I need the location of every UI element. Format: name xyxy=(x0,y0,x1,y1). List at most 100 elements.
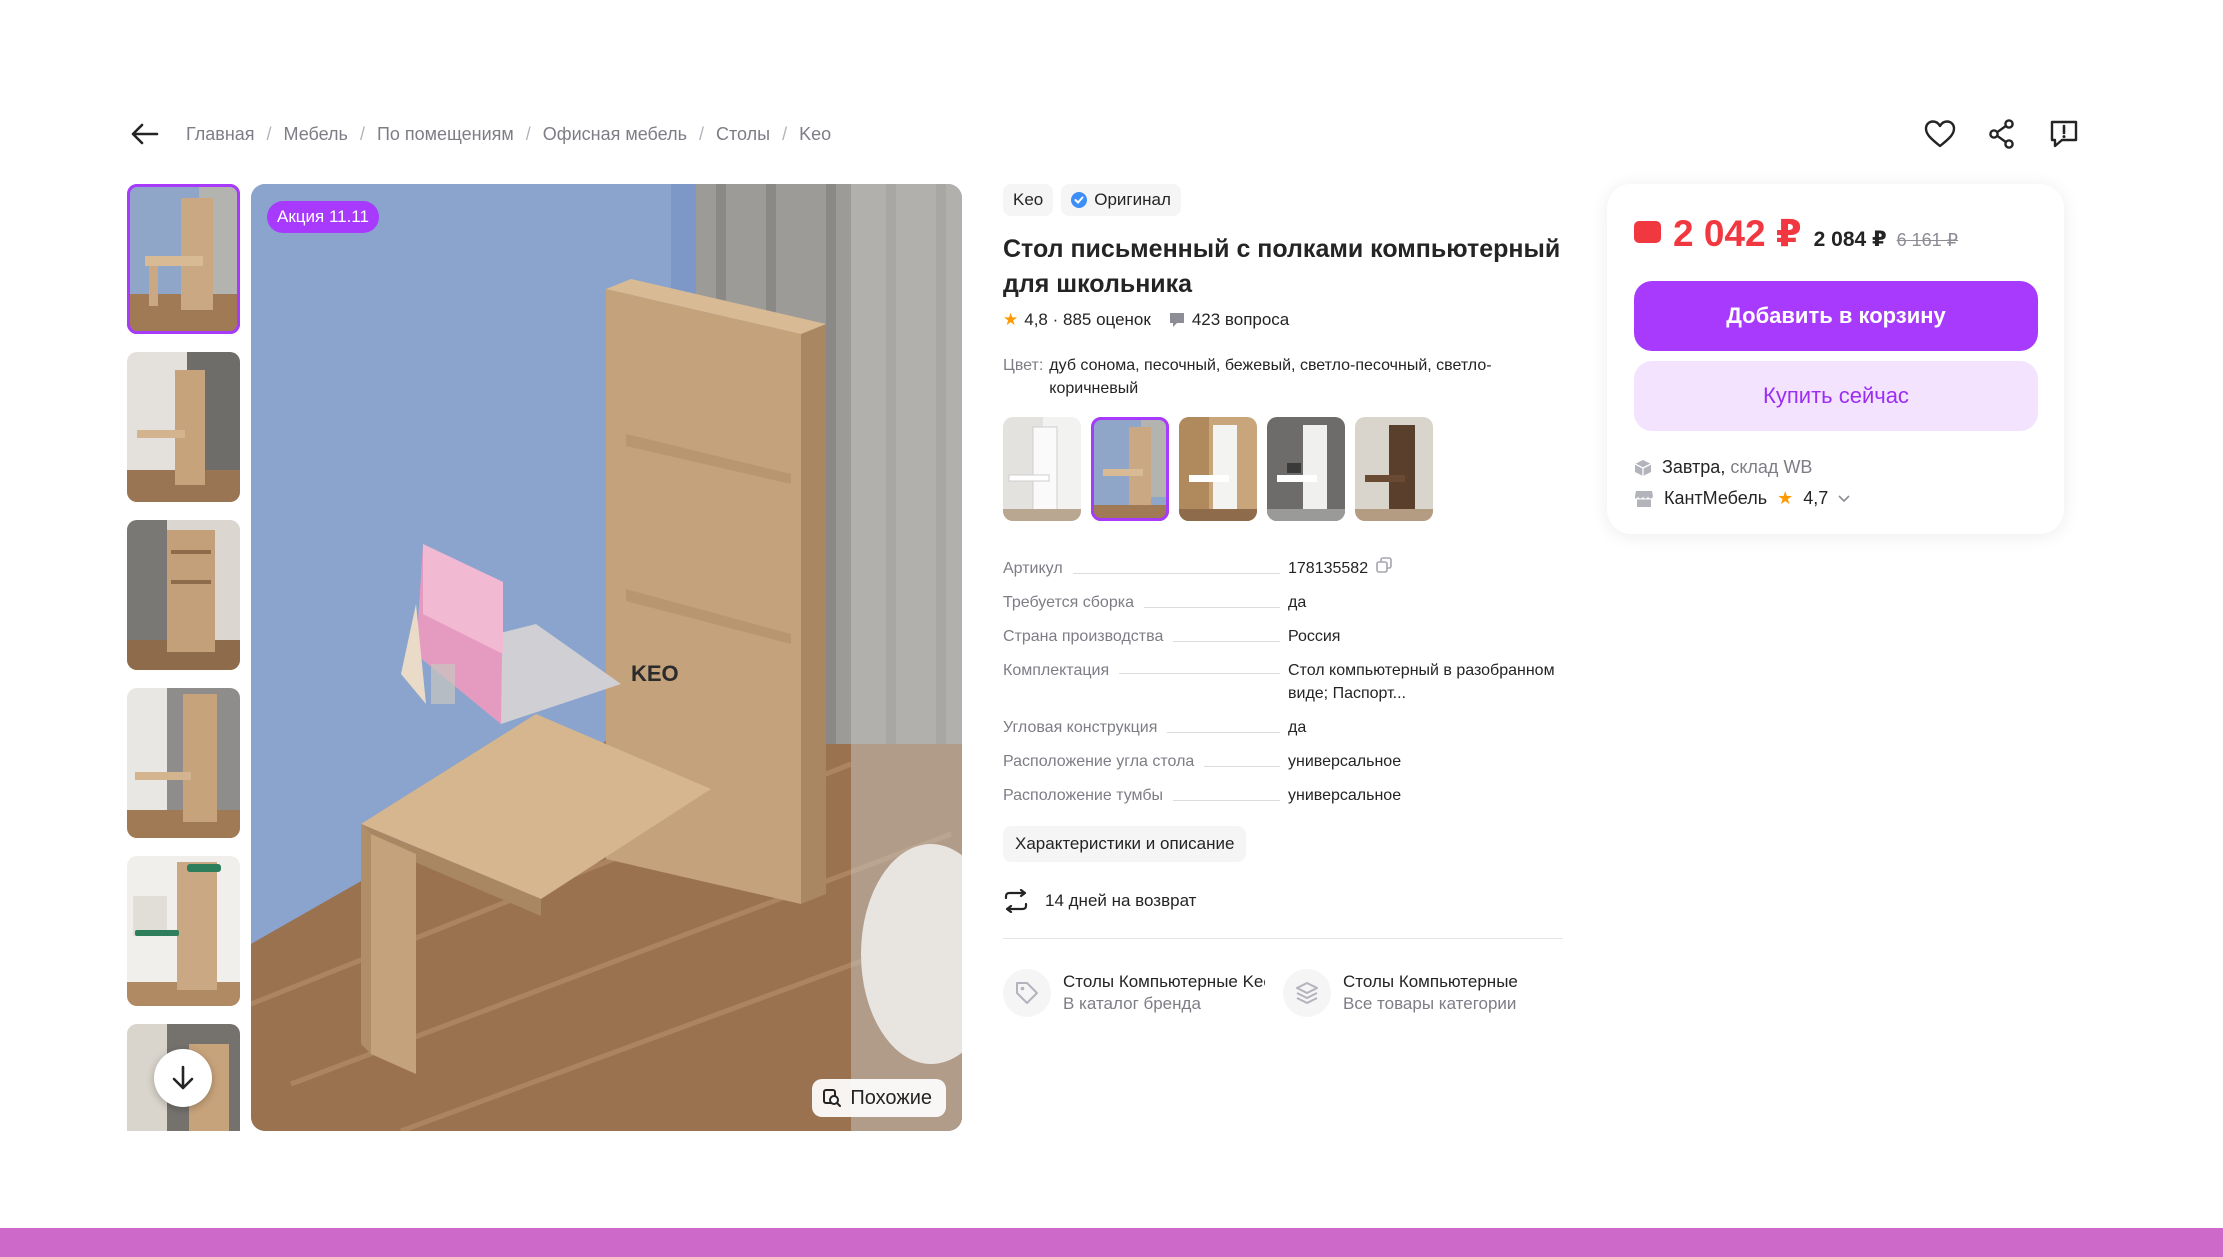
spec-value: универсальное xyxy=(1288,753,1402,771)
questions-count: 423 вопроса xyxy=(1191,310,1290,329)
breadcrumb-furniture[interactable]: Мебель xyxy=(284,124,348,145)
breadcrumb-home[interactable]: Главная xyxy=(186,124,255,145)
similar-label: Похожие xyxy=(850,1086,932,1109)
spec-row: Расположение угла стола универсальное xyxy=(1003,750,1563,773)
spec-value: Россия xyxy=(1288,628,1341,646)
breadcrumb-brand[interactable]: Keo xyxy=(799,124,831,145)
thumbnail-3[interactable] xyxy=(127,520,240,670)
spec-name: Расположение угла стола xyxy=(1003,753,1195,771)
wallet-icon xyxy=(1634,221,1661,243)
delivery-info: Завтра, склад WB xyxy=(1634,457,2038,478)
promo-badge: Акция 11.11 xyxy=(267,201,379,233)
bottom-band xyxy=(0,1228,2223,1257)
color-swatch-1[interactable] xyxy=(1003,417,1081,521)
star-icon: ★ xyxy=(1777,488,1794,508)
spec-row: Страна производства Россия xyxy=(1003,625,1563,648)
verified-check-icon xyxy=(1071,192,1088,208)
spec-value: Стол компьютерный в разобранном виде; Па… xyxy=(1288,662,1555,703)
box-icon xyxy=(1634,459,1652,476)
specs-description-button[interactable]: Характеристики и описание xyxy=(1003,826,1247,863)
breadcrumb-by-rooms[interactable]: По помещениям xyxy=(377,124,514,145)
specs-table: Артикул 178135582 Требуется сборка да Ст… xyxy=(1003,557,1563,807)
breadcrumb-separator: / xyxy=(525,123,531,144)
original-badge: Оригинал xyxy=(1061,184,1181,216)
scroll-down-arrow-icon[interactable] xyxy=(154,1049,212,1107)
breadcrumb-separator: / xyxy=(266,123,272,144)
thumbnail-4[interactable] xyxy=(127,688,240,838)
original-label: Оригинал xyxy=(1094,190,1171,209)
price-current: 2 042 ₽ xyxy=(1673,213,1802,254)
spec-row: Расположение тумбы универсальное xyxy=(1003,784,1563,807)
return-arrows-icon xyxy=(1004,889,1028,914)
layers-icon xyxy=(1283,969,1331,1018)
store-icon xyxy=(1634,490,1653,507)
breadcrumb-office-furniture[interactable]: Офисная мебель xyxy=(543,124,687,145)
thumbnail-1[interactable] xyxy=(127,184,240,334)
spec-name: Угловая конструкция xyxy=(1003,719,1158,737)
breadcrumb-separator: / xyxy=(359,123,365,144)
report-icon[interactable] xyxy=(2044,114,2084,154)
buy-now-button[interactable]: Купить сейчас xyxy=(1634,361,2038,431)
spec-name: Комплектация xyxy=(1003,662,1110,680)
back-arrow-icon[interactable] xyxy=(128,117,162,151)
product-info: Keo Оригинал Стол письменный с полками к… xyxy=(1003,184,1565,1018)
category-link[interactable]: Столы Компьютерные Все товары категории xyxy=(1283,969,1563,1018)
thumbnail-2[interactable] xyxy=(127,352,240,502)
seller-name: КантМебель xyxy=(1664,488,1768,508)
color-swatch-2[interactable] xyxy=(1091,417,1169,521)
thumbnail-strip xyxy=(127,184,241,1131)
question-bubble-icon xyxy=(1169,313,1184,327)
chevron-down-icon xyxy=(1838,494,1850,502)
questions-link[interactable]: 423 вопроса xyxy=(1169,310,1289,330)
breadcrumb: Главная / Мебель / По помещениям / Офисн… xyxy=(128,118,831,150)
desk-photo-illustration: KEO xyxy=(251,184,962,1131)
spec-value: да xyxy=(1288,719,1307,737)
price-secondary: 2 084 ₽ xyxy=(1813,228,1887,251)
breadcrumb-tables[interactable]: Столы xyxy=(716,124,770,145)
spec-row: Угловая конструкция да xyxy=(1003,716,1563,739)
spec-name: Расположение тумбы xyxy=(1003,787,1164,805)
color-value: дуб сонома, песочный, бежевый, светло-пе… xyxy=(1049,357,1492,397)
spec-name: Страна производства xyxy=(1003,628,1164,646)
spec-name: Требуется сборка xyxy=(1003,594,1134,612)
product-actions xyxy=(1920,114,2084,154)
similar-button[interactable]: Похожие xyxy=(812,1079,946,1117)
main-product-photo[interactable]: KEO Акция 11.11 Похожие xyxy=(251,184,962,1131)
divider xyxy=(1003,938,1563,940)
color-swatches xyxy=(1003,417,1565,521)
spec-row: Артикул 178135582 xyxy=(1003,557,1563,580)
return-text: 14 дней на возврат xyxy=(1045,891,1197,911)
thumbnail-5[interactable] xyxy=(127,856,240,1006)
breadcrumb-separator: / xyxy=(782,123,788,144)
brand-catalog-title: Столы Компьютерные Keo xyxy=(1063,972,1265,992)
spec-value: да xyxy=(1288,594,1307,612)
color-swatch-3[interactable] xyxy=(1179,417,1257,521)
heart-icon[interactable] xyxy=(1920,114,1960,154)
spec-row: Требуется сборка да xyxy=(1003,591,1563,614)
spec-name: Артикул xyxy=(1003,560,1063,578)
add-to-cart-button[interactable]: Добавить в корзину xyxy=(1634,281,2038,351)
return-policy[interactable]: 14 дней на возврат xyxy=(1003,889,1565,914)
spec-value: универсальное xyxy=(1288,787,1402,805)
category-title: Столы Компьютерные xyxy=(1343,972,1518,992)
seller-rating: 4,7 xyxy=(1803,488,1829,508)
product-title: Стол письменный с полками компьютерный д… xyxy=(1003,235,1561,298)
svg-text:KEO: KEO xyxy=(631,661,679,686)
delivery-warehouse: склад WB xyxy=(1730,457,1813,477)
copy-icon[interactable] xyxy=(1376,557,1392,580)
star-icon: ★ xyxy=(1003,310,1019,329)
brand-catalog-link[interactable]: Столы Компьютерные Keo В каталог бренда xyxy=(1003,969,1283,1018)
price-old: 6 161 ₽ xyxy=(1896,230,1959,250)
color-swatch-5[interactable] xyxy=(1355,417,1433,521)
spec-row: Комплектация Стол компьютерный в разобра… xyxy=(1003,659,1563,705)
delivery-day: Завтра, xyxy=(1662,457,1726,477)
seller-info[interactable]: КантМебель ★ 4,7 xyxy=(1634,488,2038,509)
brand-chip[interactable]: Keo xyxy=(1003,184,1054,216)
rating-reviews[interactable]: 4,8 · 885 оценок xyxy=(1024,310,1151,330)
share-icon[interactable] xyxy=(1982,114,2022,154)
brand-catalog-sub: В каталог бренда xyxy=(1063,994,1201,1014)
spec-value: 178135582 xyxy=(1288,560,1369,577)
category-sub: Все товары категории xyxy=(1343,994,1517,1014)
similar-search-icon xyxy=(823,1089,842,1107)
color-swatch-4[interactable] xyxy=(1267,417,1345,521)
